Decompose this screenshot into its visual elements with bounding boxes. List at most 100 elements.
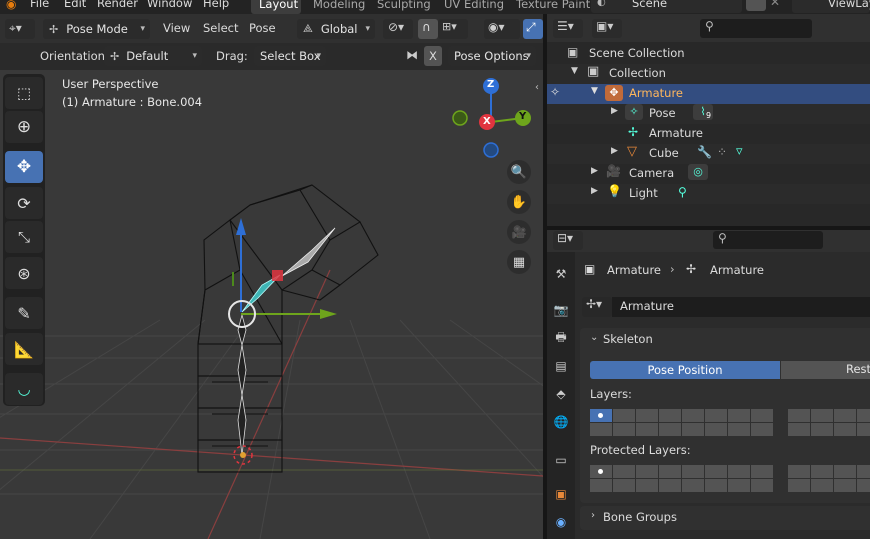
- select-box-tool[interactable]: ⬚: [5, 77, 43, 109]
- menu-view[interactable]: View: [163, 21, 190, 35]
- layer-toggle[interactable]: [857, 423, 870, 436]
- pan-button[interactable]: ✋: [507, 190, 531, 214]
- layer-toggle[interactable]: [613, 479, 635, 492]
- layer-toggle[interactable]: [659, 423, 681, 436]
- tab-object[interactable]: ▣: [550, 484, 572, 504]
- outliner-row-armature-data[interactable]: [547, 124, 870, 144]
- camera-view-button[interactable]: 🎥: [507, 220, 531, 244]
- menu-render[interactable]: Render: [97, 0, 138, 10]
- layer-toggle[interactable]: [788, 465, 810, 478]
- tab-view-layer[interactable]: ▤: [550, 356, 572, 376]
- layer-toggle[interactable]: [728, 465, 750, 478]
- tab-render[interactable]: 📷: [550, 300, 572, 320]
- expand-arrow-icon[interactable]: ▼: [591, 86, 598, 96]
- transform-tool[interactable]: ⊛: [5, 257, 43, 289]
- layer-toggle[interactable]: [659, 479, 681, 492]
- tab-collection[interactable]: ▭: [550, 450, 572, 470]
- menu-select[interactable]: Select: [203, 21, 238, 35]
- layer-toggle[interactable]: [751, 479, 773, 492]
- layer-toggle[interactable]: [636, 465, 658, 478]
- cursor-tool[interactable]: ⊕: [5, 111, 43, 143]
- tab-scene[interactable]: ⬘: [550, 384, 572, 404]
- layer-toggle[interactable]: [811, 479, 833, 492]
- tab-physics[interactable]: ◉: [550, 512, 572, 532]
- layer-toggle[interactable]: [788, 423, 810, 436]
- layer-toggle[interactable]: [659, 465, 681, 478]
- measure-tool[interactable]: 📐: [5, 333, 43, 365]
- layer-toggle[interactable]: [788, 479, 810, 492]
- pose-mode-indicator-icon[interactable]: ✧: [550, 85, 560, 99]
- layer-toggle[interactable]: [751, 423, 773, 436]
- layer-toggle[interactable]: [682, 465, 704, 478]
- layer-toggle[interactable]: [682, 409, 704, 422]
- layer-toggle[interactable]: [590, 479, 612, 492]
- layer-toggle[interactable]: [705, 409, 727, 422]
- tab-output[interactable]: 🖶: [550, 328, 572, 348]
- zoom-button[interactable]: 🔍: [507, 160, 531, 184]
- layer-toggle[interactable]: [636, 423, 658, 436]
- layer-toggle[interactable]: [590, 423, 612, 436]
- layer-toggle[interactable]: [811, 465, 833, 478]
- layer-toggle[interactable]: [705, 423, 727, 436]
- menu-edit[interactable]: Edit: [64, 0, 86, 10]
- transform-orientation-dropdown[interactable]: ⟁ Global ▾: [297, 19, 375, 39]
- layer-toggle[interactable]: [682, 423, 704, 436]
- layer-toggle[interactable]: [857, 465, 870, 478]
- perspective-toggle-button[interactable]: ▦: [507, 250, 531, 274]
- layer-toggle[interactable]: [811, 409, 833, 422]
- menu-file[interactable]: File: [30, 0, 49, 10]
- blender-logo-icon[interactable]: ◉: [6, 0, 16, 11]
- orientation-dropdown[interactable]: ✢ Default ▾: [104, 46, 202, 66]
- layer-toggle[interactable]: [857, 409, 870, 422]
- layer-toggle[interactable]: [636, 409, 658, 422]
- tab-uv-editing[interactable]: UV Editing: [444, 0, 504, 11]
- layer-toggle[interactable]: [834, 409, 856, 422]
- expand-arrow-icon[interactable]: ▼: [571, 66, 578, 76]
- outliner-search-input[interactable]: [700, 19, 812, 38]
- menu-help[interactable]: Help: [203, 0, 229, 10]
- layer-toggle[interactable]: [857, 479, 870, 492]
- layer-toggle[interactable]: [834, 479, 856, 492]
- expand-arrow-icon[interactable]: ▶: [591, 166, 598, 176]
- layer-toggle[interactable]: [728, 409, 750, 422]
- move-tool[interactable]: ✥: [5, 151, 43, 183]
- mode-dropdown[interactable]: ✢ Pose Mode ▾: [43, 19, 150, 39]
- layer-toggle[interactable]: [834, 465, 856, 478]
- properties-search-input[interactable]: [713, 231, 823, 249]
- layer-toggle[interactable]: [590, 465, 612, 478]
- layer-toggle[interactable]: [613, 409, 635, 422]
- layer-toggle[interactable]: [834, 423, 856, 436]
- expand-arrow-icon[interactable]: ▶: [591, 186, 598, 196]
- tab-tool[interactable]: ⚒: [550, 264, 572, 284]
- menu-window[interactable]: Window: [147, 0, 192, 10]
- scale-tool[interactable]: ⤡: [5, 221, 43, 253]
- layer-toggle[interactable]: [728, 479, 750, 492]
- layer-toggle[interactable]: [659, 409, 681, 422]
- layer-toggle[interactable]: [811, 423, 833, 436]
- skeleton-panel-title[interactable]: Skeleton: [603, 332, 653, 346]
- layer-toggle[interactable]: [613, 423, 635, 436]
- layer-toggle[interactable]: [751, 465, 773, 478]
- delete-scene-icon[interactable]: ✕: [770, 0, 780, 9]
- pose-options-dropdown[interactable]: Pose Options ▾: [448, 46, 536, 66]
- annotate-tool[interactable]: ✎: [5, 297, 43, 329]
- chevron-down-icon[interactable]: ⌄: [590, 332, 598, 343]
- layer-toggle[interactable]: [705, 465, 727, 478]
- relax-pose-tool[interactable]: ◡: [5, 373, 43, 405]
- layer-toggle[interactable]: [590, 409, 612, 422]
- tab-modeling[interactable]: Modeling: [313, 0, 365, 11]
- rotate-tool[interactable]: ⟳: [5, 187, 43, 219]
- layer-toggle[interactable]: [751, 409, 773, 422]
- tab-sculpting[interactable]: Sculpting: [377, 0, 431, 11]
- gizmo-neg-z-handle[interactable]: [483, 142, 499, 158]
- gizmo-neg-y-handle[interactable]: [452, 110, 468, 126]
- layer-toggle[interactable]: [613, 465, 635, 478]
- tab-texture-paint[interactable]: Texture Paint: [516, 0, 590, 11]
- new-scene-button[interactable]: [746, 0, 766, 11]
- layer-toggle[interactable]: [705, 479, 727, 492]
- expand-arrow-icon[interactable]: ▶: [611, 106, 618, 116]
- layer-toggle[interactable]: [636, 479, 658, 492]
- tab-world[interactable]: 🌐: [550, 412, 572, 432]
- layer-toggle[interactable]: [728, 423, 750, 436]
- layer-toggle[interactable]: [788, 409, 810, 422]
